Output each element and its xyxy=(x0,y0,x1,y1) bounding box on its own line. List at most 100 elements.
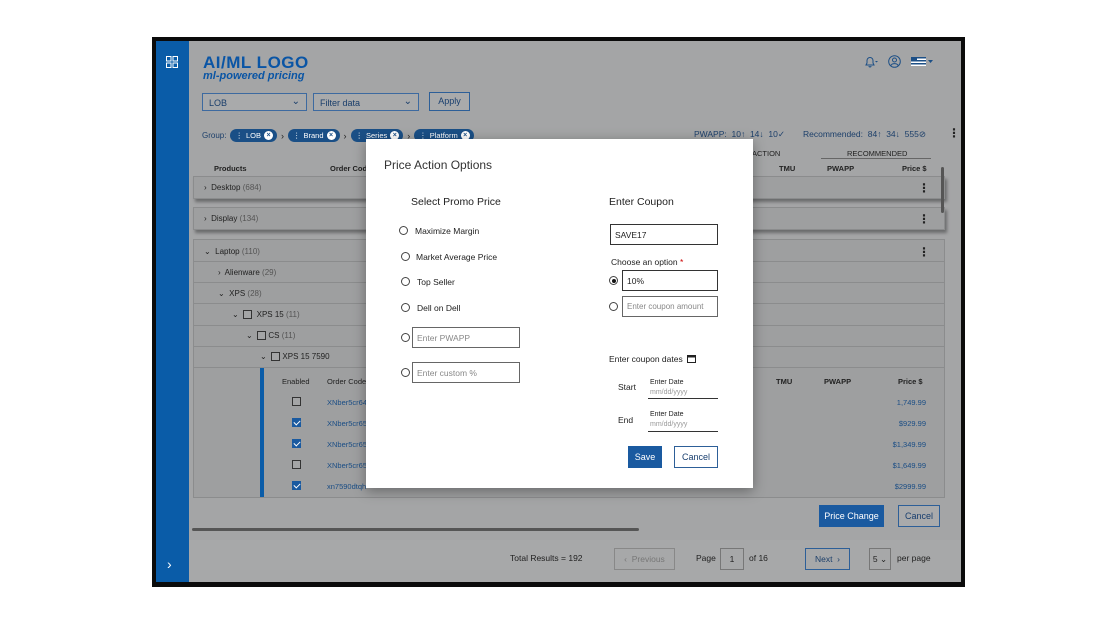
radio-market-average[interactable] xyxy=(401,252,410,261)
horizontal-scrollbar[interactable] xyxy=(192,528,639,531)
row-enabled-checkbox[interactable] xyxy=(292,481,301,490)
modal-cancel-button[interactable]: Cancel xyxy=(674,446,718,468)
apply-button[interactable]: Apply xyxy=(429,92,470,111)
checkbox[interactable] xyxy=(271,352,281,362)
group-chip-brand[interactable]: ⋮ Brand × xyxy=(287,129,340,142)
header-icons xyxy=(864,55,933,71)
bell-icon[interactable] xyxy=(864,56,878,71)
save-button[interactable]: Save xyxy=(628,446,662,468)
row-enabled-checkbox[interactable] xyxy=(292,460,301,469)
price-change-button[interactable]: Price Change xyxy=(819,505,884,527)
order-code-link[interactable]: XNber5cr64 xyxy=(327,398,367,407)
grid-menu-icon[interactable] xyxy=(166,56,178,68)
option-label: Dell on Dell xyxy=(417,303,461,313)
per-page-select[interactable]: 5 ⌄ xyxy=(869,548,891,570)
user-icon[interactable] xyxy=(888,55,901,71)
tree-item-xps15-7590[interactable]: ⌄ XPS 15 7590 xyxy=(260,352,330,362)
row-enabled-checkbox[interactable] xyxy=(292,397,301,406)
start-label: Start xyxy=(618,382,636,392)
tree-item-alienware[interactable]: › Alienware (29) xyxy=(218,268,276,277)
group-label-display: › Display (134) xyxy=(204,214,259,223)
checkbox[interactable] xyxy=(257,331,267,341)
cancel-button[interactable]: Cancel xyxy=(898,505,940,527)
tree-item-xps[interactable]: ⌄ XPS (28) xyxy=(218,289,262,298)
total-results: Total Results = 192 xyxy=(510,553,583,563)
tree-item-cs[interactable]: ⌄ CS (11) xyxy=(246,331,295,341)
previous-button[interactable]: ‹ Previous xyxy=(614,548,675,570)
date-underline xyxy=(648,431,718,432)
expand-sidebar-chevron-icon[interactable]: › xyxy=(167,556,172,572)
col-recommended: RECOMMENDED xyxy=(847,149,908,158)
price-value: 1,749.99 xyxy=(896,398,926,407)
date-caption: Enter Date xyxy=(650,379,684,386)
lob-select-value: LOB xyxy=(209,98,228,108)
price-value: $929.99 xyxy=(898,419,926,428)
row-enabled-checkbox[interactable] xyxy=(292,439,301,448)
page-count: of 16 xyxy=(749,553,768,563)
sub-col-price: Price $ xyxy=(898,377,923,386)
sub-col-order-code: Order Code xyxy=(327,377,367,386)
date-placeholder: mm/dd/yyyy xyxy=(650,421,688,428)
lob-select[interactable]: LOB ⌄ xyxy=(202,93,307,111)
radio-maximize-margin[interactable] xyxy=(399,226,408,235)
filter-select[interactable]: Filter data ⌄ xyxy=(313,93,419,111)
more-options-icon[interactable]: ⋮ xyxy=(948,127,960,139)
checkbox[interactable] xyxy=(243,310,253,320)
radio-percent-option[interactable] xyxy=(609,276,618,285)
pagination-footer: Total Results = 192 ‹ Previous Page 1 of… xyxy=(189,540,961,582)
custom-percent-input[interactable]: Enter custom % xyxy=(412,362,520,383)
col-action-partial: ACTION xyxy=(752,149,781,158)
logo-title: AI/ML LOGO xyxy=(203,53,309,72)
order-code-link[interactable]: XNber5cr65 xyxy=(327,419,367,428)
group-label-laptop[interactable]: ⌄ Laptop (110) xyxy=(204,247,260,256)
per-page-label: per page xyxy=(897,553,931,563)
price-value: $1,349.99 xyxy=(892,440,926,449)
radio-amount-option[interactable] xyxy=(609,302,618,311)
coupon-dates-label: Enter coupon dates xyxy=(609,354,697,365)
col-pwapp: PWAPP xyxy=(827,164,855,173)
coupon-code-input[interactable]: SAVE17 xyxy=(610,224,718,245)
chevron-down-icon: ⌄ xyxy=(403,96,412,107)
next-button[interactable]: Next › xyxy=(805,548,850,570)
radio-custom-percent[interactable] xyxy=(401,368,410,377)
coupon-section-title: Enter Coupon xyxy=(609,196,674,208)
more-options-icon[interactable]: ⋮ xyxy=(918,182,930,194)
pwapp-input[interactable]: Enter PWAPP xyxy=(412,327,520,348)
group-label-desktop: › Desktop (684) xyxy=(204,183,262,192)
percent-value-input[interactable]: 10% xyxy=(622,270,718,291)
logo-subtitle: ml-powered pricing xyxy=(203,70,305,82)
radio-top-seller[interactable] xyxy=(401,277,410,286)
chevron-right-icon: › xyxy=(280,130,284,141)
col-tmu: TMU xyxy=(779,164,796,173)
recommended-summary: Recommended: 84↑ 34↓ 555⊘ xyxy=(803,129,926,139)
logo: AI/ML LOGO ml-powered pricing xyxy=(203,54,309,82)
date-placeholder: mm/dd/yyyy xyxy=(650,389,688,396)
selection-indicator xyxy=(260,368,264,497)
more-options-icon[interactable]: ⋮ xyxy=(918,213,930,225)
filter-select-value: Filter data xyxy=(320,98,361,108)
coupon-amount-input[interactable]: Enter coupon amount xyxy=(622,296,718,317)
row-enabled-checkbox[interactable] xyxy=(292,418,301,427)
option-label: Market Average Price xyxy=(416,252,498,262)
group-chip-lob[interactable]: ⋮ LOB × xyxy=(230,129,277,142)
order-code-link[interactable]: XNber5cr65 xyxy=(327,461,367,470)
sub-col-tmu: TMU xyxy=(776,377,793,386)
tree-item-xps15[interactable]: ⌄ XPS 15 (11) xyxy=(232,310,300,320)
col-price: Price $ xyxy=(902,164,927,173)
close-icon[interactable]: × xyxy=(326,131,336,140)
chevron-down-icon: ⌄ xyxy=(291,96,300,107)
radio-pwapp[interactable] xyxy=(401,333,410,342)
vertical-scrollbar[interactable] xyxy=(941,167,944,213)
page-number-input[interactable]: 1 xyxy=(720,548,744,570)
close-icon[interactable]: × xyxy=(263,131,273,140)
flag-icon[interactable] xyxy=(911,56,933,70)
radio-dell-on-dell[interactable] xyxy=(401,303,410,312)
sidebar: › xyxy=(156,41,189,582)
calendar-icon[interactable] xyxy=(687,354,697,365)
order-code-link[interactable]: XNber5cr65 xyxy=(327,440,367,449)
order-code-link[interactable]: xn7590dtqh xyxy=(327,482,366,491)
option-label: Top Seller xyxy=(417,277,455,287)
end-label: End xyxy=(618,415,634,425)
more-options-icon[interactable]: ⋮ xyxy=(918,246,930,258)
sub-col-pwapp: PWAPP xyxy=(824,377,852,386)
